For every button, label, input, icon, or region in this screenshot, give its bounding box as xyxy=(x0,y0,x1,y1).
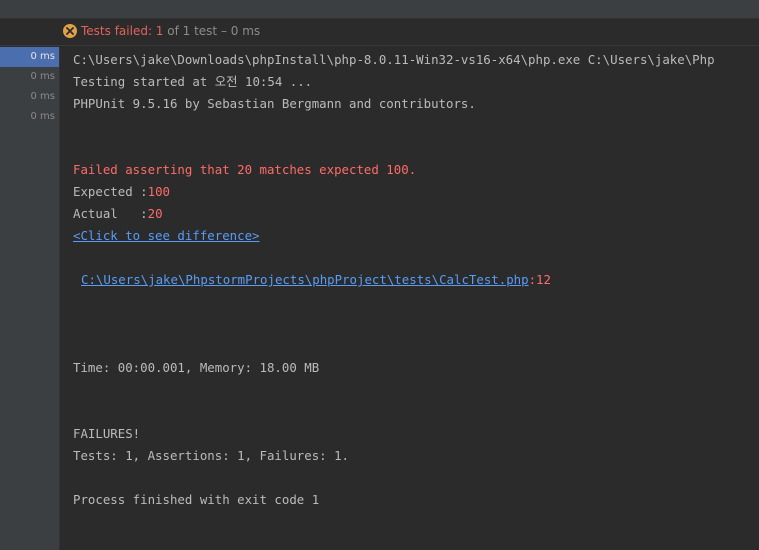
actual-label: Actual : xyxy=(73,206,148,221)
command-line: C:\Users\jake\Downloads\phpInstall\php-8… xyxy=(73,52,715,67)
test-row[interactable]: 0 ms xyxy=(0,67,59,87)
test-tree-panel: 0 ms 0 ms 0 ms 0 ms xyxy=(0,47,60,550)
expected-line: Expected :100 xyxy=(73,184,170,200)
actual-line: Actual :20 xyxy=(73,206,163,222)
stack-trace-line: C:\Users\jake\PhpstormProjects\phpProjec… xyxy=(81,272,551,288)
test-counts-line: Tests: 1, Assertions: 1, Failures: 1. xyxy=(73,448,350,463)
test-duration: 0 ms xyxy=(30,111,56,122)
expected-value: 100 xyxy=(147,184,170,199)
test-row[interactable]: 0 ms xyxy=(0,87,59,107)
test-duration: 0 ms xyxy=(30,91,56,102)
test-file-line-number: :12 xyxy=(528,272,551,287)
test-duration: 0 ms xyxy=(30,51,56,62)
console-output[interactable]: C:\Users\jake\Downloads\phpInstall\php-8… xyxy=(60,47,759,550)
test-row[interactable]: 0 ms xyxy=(0,47,59,67)
test-row[interactable]: 0 ms xyxy=(0,107,59,127)
failed-assertion-message: Failed asserting that 20 matches expecte… xyxy=(73,162,417,177)
expected-label: Expected : xyxy=(73,184,148,199)
actual-value: 20 xyxy=(147,206,163,221)
test-file-link[interactable]: C:\Users\jake\PhpstormProjects\phpProjec… xyxy=(81,272,529,287)
failures-heading: FAILURES! xyxy=(73,426,141,441)
test-status-bar: Tests failed: 1 of 1 test – 0 ms xyxy=(0,19,759,46)
test-duration: 0 ms xyxy=(30,71,56,82)
tests-failed-label: Tests failed: 1 xyxy=(81,24,164,38)
top-toolbar-strip xyxy=(0,0,759,19)
testing-started-line: Testing started at 오전 10:54 ... xyxy=(73,74,313,89)
phpunit-version-line: PHPUnit 9.5.16 by Sebastian Bergmann and… xyxy=(73,96,476,111)
error-circle-icon xyxy=(63,24,77,38)
tests-summary-label: of 1 test – 0 ms xyxy=(167,24,261,38)
test-status-summary: Tests failed: 1 of 1 test – 0 ms xyxy=(63,24,260,38)
overflow-fade xyxy=(745,47,759,69)
process-exit-line: Process finished with exit code 1 xyxy=(73,492,320,507)
time-memory-line: Time: 00:00.001, Memory: 18.00 MB xyxy=(73,360,320,375)
see-difference-link[interactable]: <Click to see difference> xyxy=(73,228,260,244)
